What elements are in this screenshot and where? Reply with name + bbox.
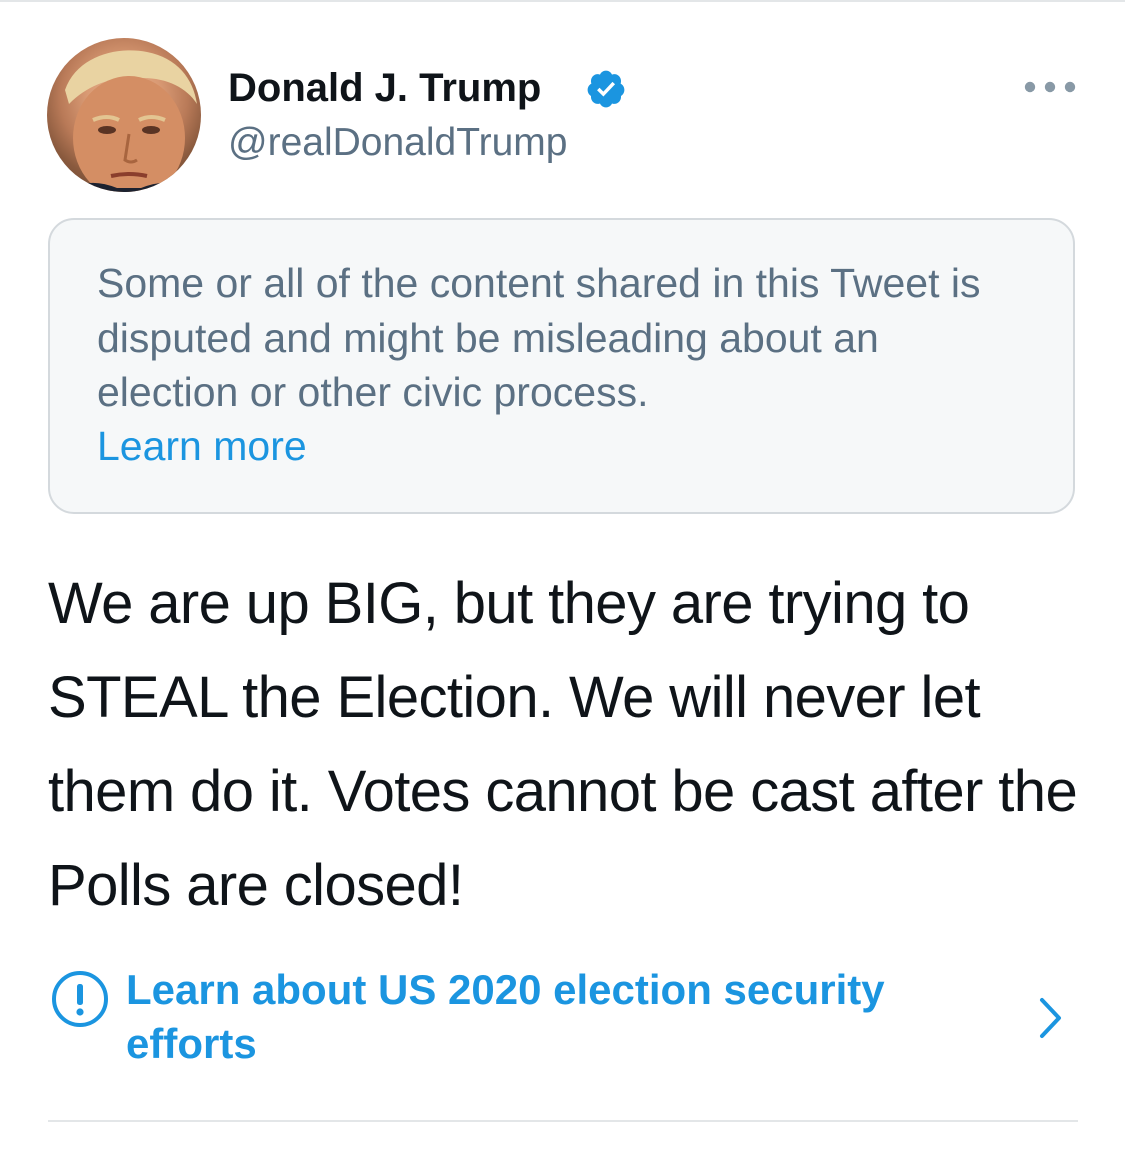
notice-text: Some or all of the content shared in thi… [97, 260, 981, 415]
election-info-label[interactable]: Learn about US 2020 election security ef… [126, 963, 906, 1071]
handle[interactable]: @realDonaldTrump [228, 120, 567, 166]
info-icon [52, 971, 108, 1027]
avatar-photo [65, 50, 197, 192]
learn-more-link[interactable]: Learn more [97, 419, 307, 474]
more-options-icon[interactable] [1022, 72, 1078, 102]
bottom-divider [48, 1120, 1078, 1122]
tweet-text: We are up BIG, but they are trying to ST… [48, 571, 1078, 918]
chevron-right-icon[interactable] [1038, 996, 1064, 1040]
avatar[interactable] [47, 38, 201, 192]
display-name[interactable]: Donald J. Trump [228, 64, 541, 112]
top-divider [0, 0, 1125, 2]
verified-badge-icon [587, 70, 625, 108]
